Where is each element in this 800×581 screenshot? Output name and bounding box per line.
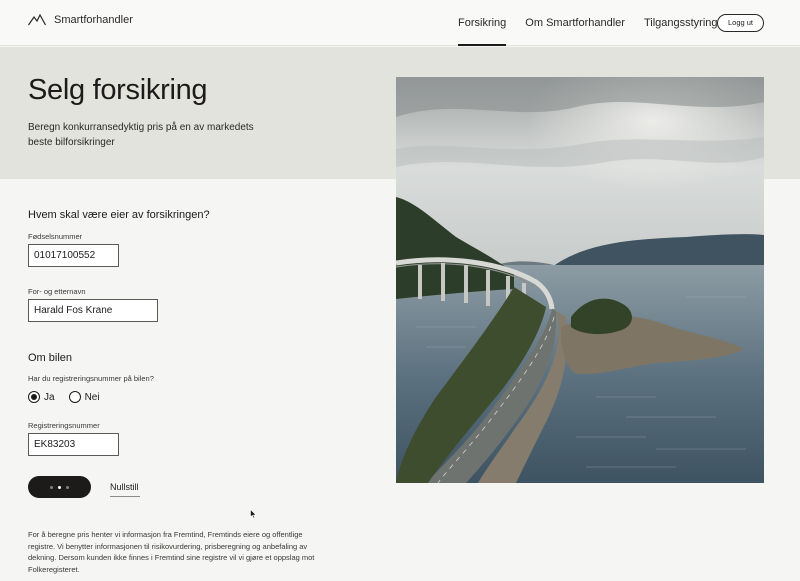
reg-label: Registreringsnummer (28, 421, 100, 430)
owner-heading: Hvem skal være eier av forsikringen? (28, 209, 210, 221)
top-header: Smartforhandler Forsikring Om Smartforha… (0, 0, 800, 46)
reset-button[interactable]: Nullstill (110, 482, 139, 492)
hero-photo (396, 77, 764, 483)
ssn-field[interactable] (28, 244, 119, 267)
nav-forsikring[interactable]: Forsikring (458, 0, 507, 46)
loading-dot (58, 485, 61, 489)
nav-tilgangsstyring[interactable]: Tilgangsstyring (644, 0, 718, 46)
main-nav: Forsikring Om Smartforhandler Tilgangsst… (458, 0, 737, 46)
ssn-label: Fødselsnummer (28, 232, 83, 241)
bridge-landscape-image (396, 77, 764, 483)
brand-logo[interactable]: Smartforhandler (28, 14, 133, 26)
calculate-button-loading[interactable] (28, 476, 91, 498)
name-field[interactable] (28, 299, 158, 322)
radio-ja-label[interactable]: Ja (44, 392, 55, 403)
disclaimer-text: For å beregne pris henter vi informasjon… (28, 530, 315, 574)
name-label: For- og etternavn (28, 287, 86, 296)
reg-number-field[interactable] (28, 433, 119, 456)
nav-om-smartforhandler[interactable]: Om Smartforhandler (525, 0, 625, 46)
loading-dot (50, 485, 53, 489)
radio-nei[interactable] (68, 391, 81, 403)
mountain-icon (28, 14, 46, 26)
reg-radio-group: Ja Nei (28, 391, 114, 403)
reg-question: Har du registreringsnummer på bilen? (28, 374, 154, 383)
car-heading: Om bilen (28, 352, 73, 364)
reset-underline (110, 496, 140, 497)
loading-dot (66, 485, 69, 489)
logout-button[interactable]: Logg ut (717, 14, 764, 32)
page-title: Selg forsikring (28, 74, 208, 106)
radio-ja[interactable] (28, 391, 40, 403)
brand-name: Smartforhandler (54, 14, 133, 26)
page-subtitle: Beregn konkurransedyktig pris på en av m… (28, 122, 254, 148)
radio-nei-label[interactable]: Nei (85, 392, 100, 403)
mouse-cursor-icon (250, 509, 257, 519)
